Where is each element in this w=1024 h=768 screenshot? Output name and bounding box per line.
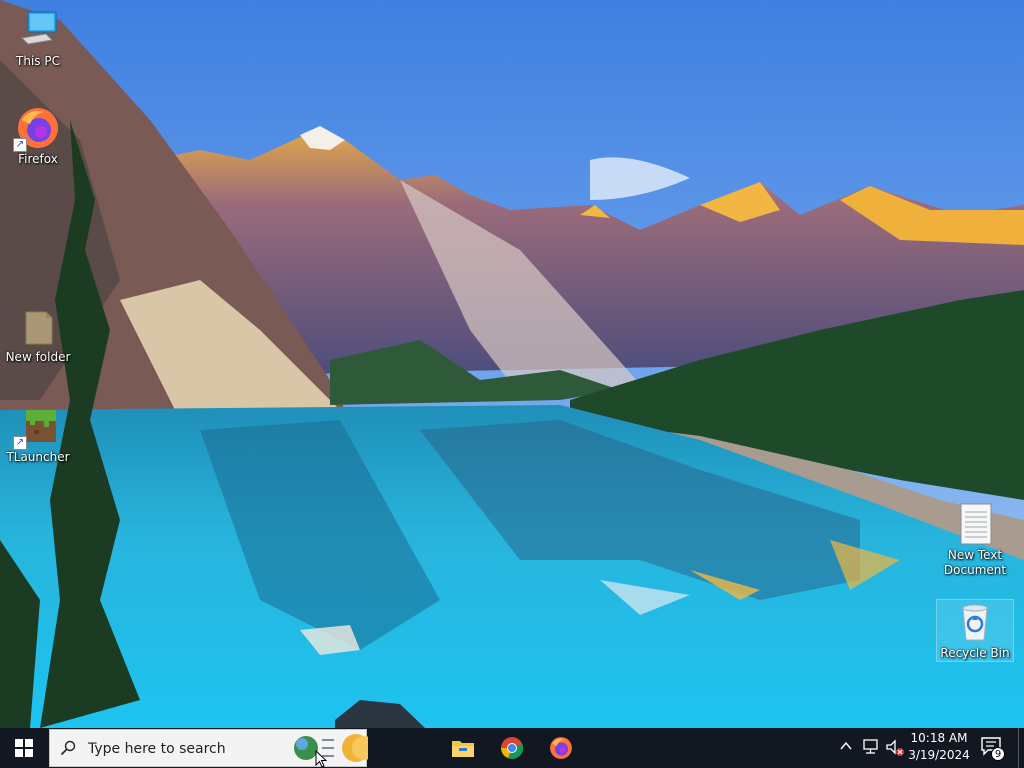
clock-date: 3/19/2024 <box>908 748 970 762</box>
desktop-icon-label: New folder <box>5 350 71 364</box>
text-document-icon <box>953 502 997 546</box>
desktop-icon-new-folder[interactable]: New folder <box>0 304 76 365</box>
firefox-icon <box>550 737 572 759</box>
file-explorer-icon <box>452 741 474 757</box>
desktop-icon-firefox[interactable]: ↗ Firefox <box>0 106 76 167</box>
windows-logo-icon <box>15 739 33 757</box>
desktop-wallpaper <box>0 0 1024 728</box>
show-desktop-button[interactable] <box>1018 728 1024 768</box>
taskbar-chrome[interactable] <box>488 728 536 768</box>
desktop-icon-label: This PC <box>16 54 60 68</box>
taskbar: Type here to search 10:18 AM 3/19/2024 9 <box>0 728 1024 768</box>
desktop-icon-label: Recycle Bin <box>940 646 1010 660</box>
firefox-icon: ↗ <box>13 106 60 152</box>
computer-icon <box>16 8 60 52</box>
desktop-icon-label: TLauncher <box>6 450 70 464</box>
shortcut-arrow-icon: ↗ <box>13 138 27 152</box>
shortcut-arrow-icon: ↗ <box>13 436 27 450</box>
mouse-cursor-icon <box>315 750 327 768</box>
search-highlight-icon[interactable] <box>292 730 368 766</box>
grass-block-icon: ↗ <box>13 404 60 450</box>
recycle-bin-icon <box>953 600 997 644</box>
desktop-icon-new-text-document[interactable]: New Text Document <box>937 502 1013 578</box>
desktop-icon-recycle-bin[interactable]: Recycle Bin <box>936 599 1014 662</box>
desktop-icon-tlauncher[interactable]: ↗ TLauncher <box>0 404 76 465</box>
search-icon <box>60 740 76 756</box>
taskbar-firefox[interactable] <box>537 728 585 768</box>
chevron-up-icon[interactable] <box>840 740 852 752</box>
search-placeholder: Type here to search <box>88 741 226 757</box>
desktop-icon-label: Firefox <box>18 152 58 166</box>
folder-icon <box>16 304 60 348</box>
action-center-button[interactable]: 9 <box>980 736 1006 762</box>
chrome-icon <box>501 737 524 759</box>
notification-count-badge: 9 <box>991 747 1005 761</box>
taskbar-file-explorer[interactable] <box>439 728 487 768</box>
network-icon[interactable] <box>862 739 880 755</box>
desktop-icon-label: New Text Document <box>943 548 1007 577</box>
clock-time: 10:18 AM <box>910 731 968 745</box>
start-button[interactable] <box>0 728 48 768</box>
taskbar-clock[interactable]: 10:18 AM 3/19/2024 <box>900 730 978 764</box>
desktop-icon-this-pc[interactable]: This PC <box>0 8 76 69</box>
